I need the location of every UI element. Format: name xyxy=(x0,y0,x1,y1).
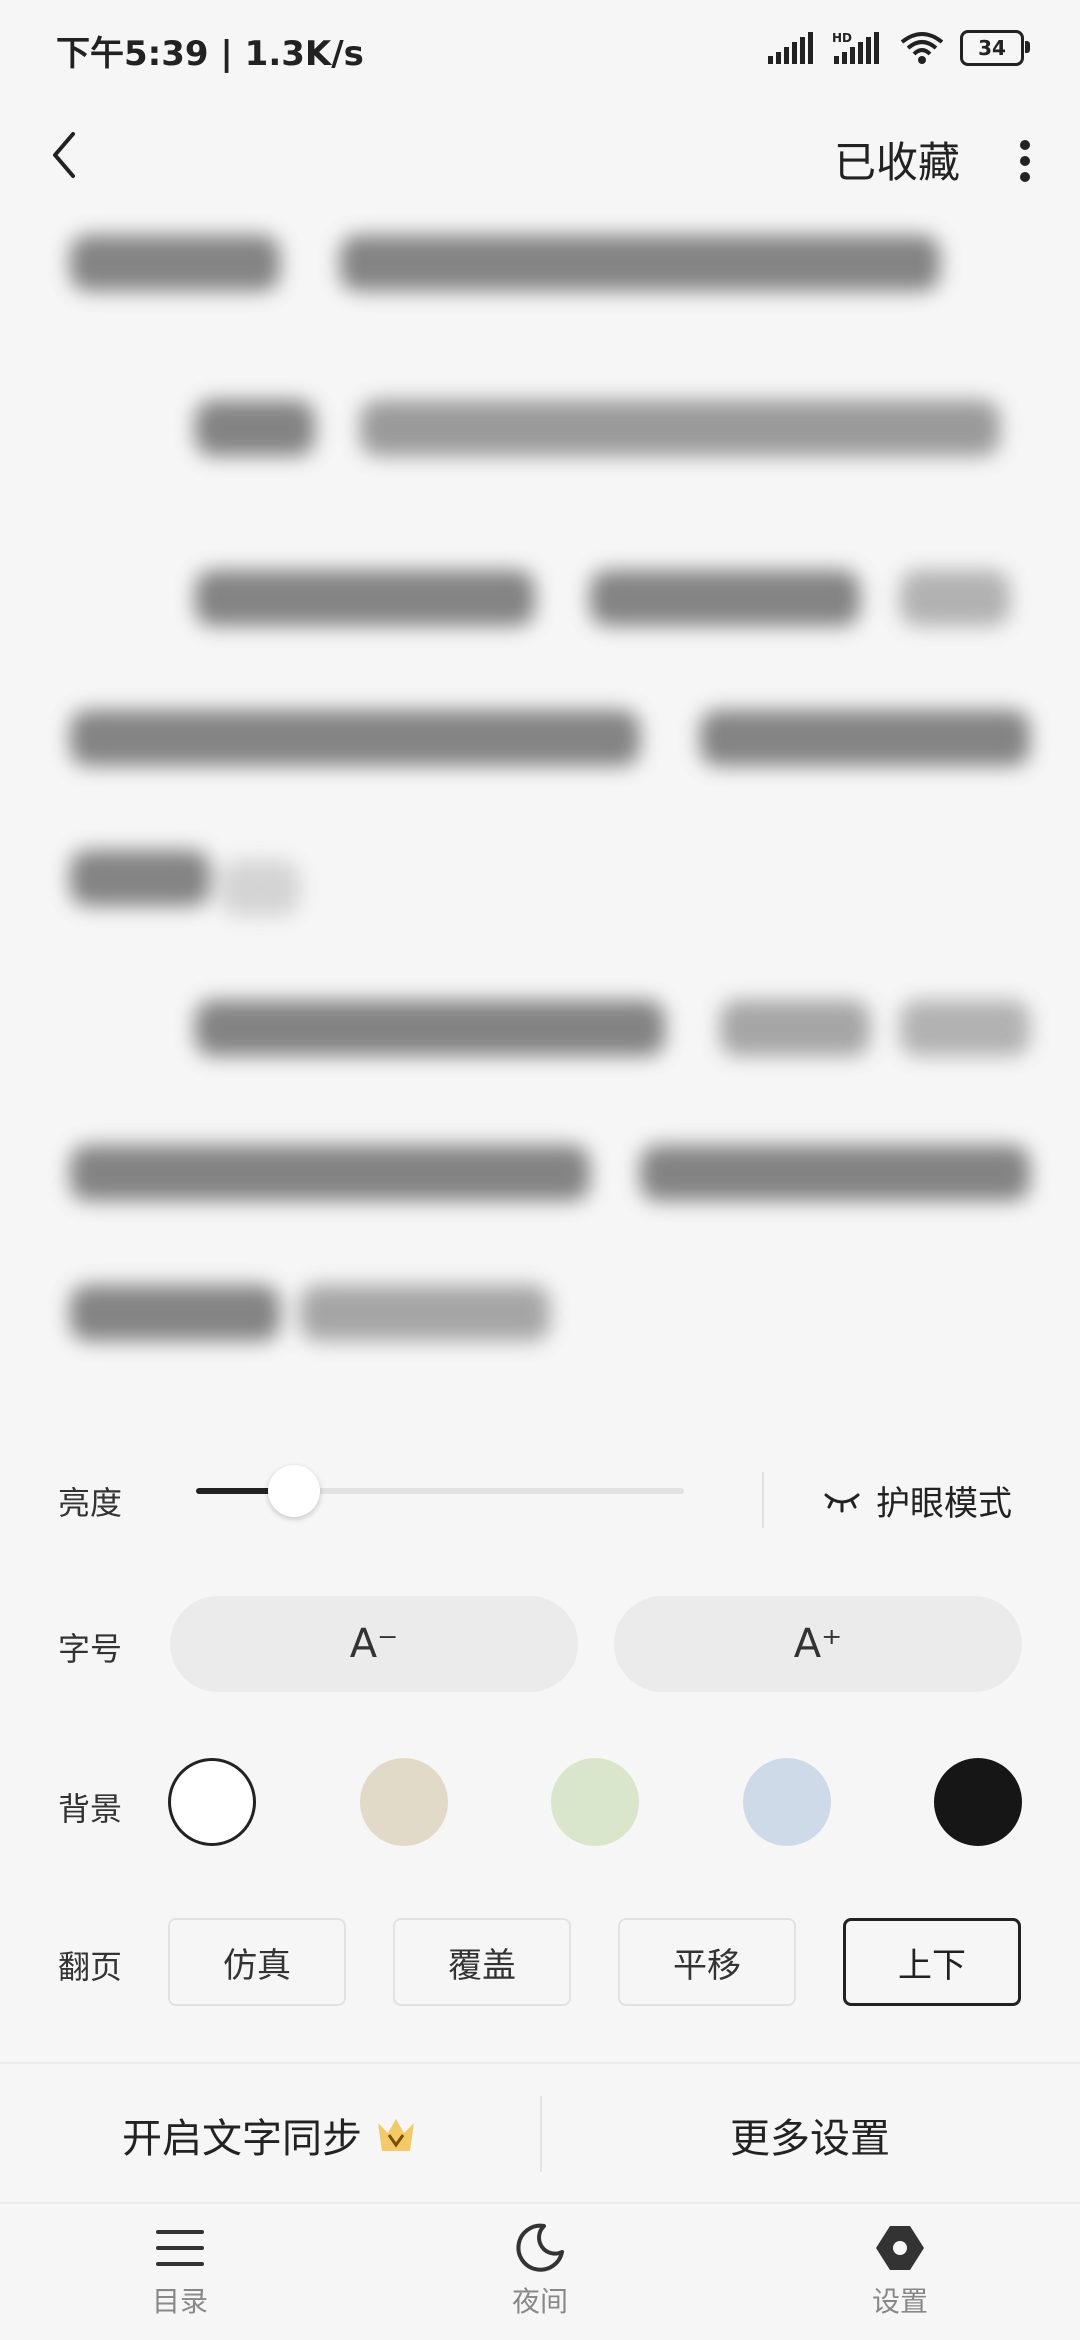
font-size-label: 字号 xyxy=(58,1630,123,1668)
vip-crown-icon xyxy=(378,2119,414,2151)
nav-settings-label: 设置 xyxy=(871,2285,928,2318)
background-swatch-blue[interactable] xyxy=(743,1758,831,1846)
brightness-slider-thumb[interactable] xyxy=(267,1465,320,1517)
brightness-label: 亮度 xyxy=(58,1484,123,1522)
back-button[interactable] xyxy=(34,115,94,195)
font-increase-button[interactable]: A⁺ xyxy=(614,1596,1022,1692)
background-label: 背景 xyxy=(58,1790,123,1828)
page-turn-label: 翻页 xyxy=(58,1948,123,1986)
eye-protection-label: 护眼模式 xyxy=(876,1484,1012,1524)
page-mode-simulation[interactable]: 仿真 xyxy=(168,1918,346,2006)
text-sync-label: 开启文字同步 xyxy=(122,2116,362,2162)
menu-icon xyxy=(156,2230,204,2266)
chevron-left-icon xyxy=(53,132,75,178)
nav-night[interactable]: 夜间 xyxy=(360,2222,720,2332)
background-swatch-beige[interactable] xyxy=(360,1758,448,1846)
page-mode-scroll[interactable]: 上下 xyxy=(843,1918,1021,2006)
status-time-speed: 下午5:39 | 1.3K/s xyxy=(56,34,364,74)
font-decrease-label: A⁻ xyxy=(349,1621,399,1667)
text-sync-button[interactable]: 开启文字同步 xyxy=(0,2090,540,2180)
page-mode-cover[interactable]: 覆盖 xyxy=(393,1918,571,2006)
font-decrease-button[interactable]: A⁻ xyxy=(170,1596,578,1692)
separator xyxy=(762,1472,764,1528)
more-menu-button[interactable] xyxy=(1000,121,1050,201)
divider xyxy=(0,2062,1080,2064)
hd-signal-icon: HD xyxy=(832,31,879,64)
brightness-slider[interactable] xyxy=(196,1465,684,1517)
settings-hexagon-icon xyxy=(876,2226,924,2270)
collected-button[interactable]: 已收藏 xyxy=(834,129,960,190)
background-swatch-green[interactable] xyxy=(551,1758,639,1846)
more-settings-button[interactable]: 更多设置 xyxy=(540,2090,1080,2180)
nav-night-label: 夜间 xyxy=(511,2285,568,2318)
font-increase-label: A⁺ xyxy=(793,1621,843,1667)
wifi-icon xyxy=(900,32,944,64)
reading-content-blurred xyxy=(60,210,1040,1380)
battery-level: 34 xyxy=(978,36,1006,60)
nav-toc-label: 目录 xyxy=(151,2285,208,2318)
background-swatch-black[interactable] xyxy=(934,1758,1022,1846)
page-mode-label: 上下 xyxy=(898,1945,966,1986)
page-mode-label: 覆盖 xyxy=(448,1945,516,1986)
eye-protection-button[interactable]: 护眼模式 xyxy=(822,1476,1012,1525)
svg-text:HD: HD xyxy=(832,31,852,45)
more-settings-label: 更多设置 xyxy=(730,2116,890,2162)
page-mode-label: 仿真 xyxy=(223,1945,291,1986)
signal-icon xyxy=(768,32,813,64)
eye-closed-icon xyxy=(824,1493,860,1512)
moon-icon xyxy=(516,2223,564,2272)
background-swatch-white[interactable] xyxy=(168,1758,256,1846)
page-mode-slide[interactable]: 平移 xyxy=(618,1918,796,2006)
battery-icon: 34 xyxy=(960,30,1030,66)
nav-toc[interactable]: 目录 xyxy=(0,2222,360,2332)
more-vertical-icon xyxy=(1020,140,1030,182)
nav-settings[interactable]: 设置 xyxy=(720,2222,1080,2332)
page-mode-label: 平移 xyxy=(673,1945,741,1986)
top-bar: 已收藏 xyxy=(0,95,1080,225)
divider xyxy=(0,2202,1080,2204)
status-bar: 下午5:39 | 1.3K/s HD 34 xyxy=(0,0,1080,95)
